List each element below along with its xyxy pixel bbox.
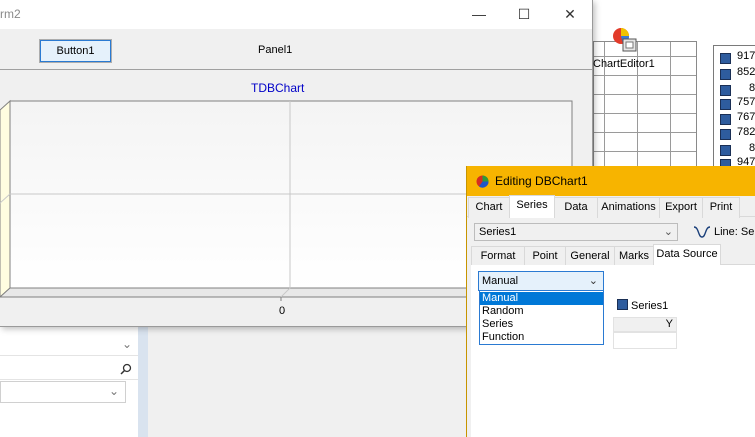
chart-app-icon	[476, 175, 489, 188]
series-color-icon	[617, 299, 628, 310]
editor-titlebar[interactable]: Editing DBChart1	[467, 166, 755, 196]
option-manual[interactable]: Manual	[480, 292, 603, 305]
tab-series[interactable]: Series	[509, 195, 555, 218]
tab-data-source[interactable]: Data Source	[653, 244, 721, 266]
inspector-filter-combo[interactable]: ⌄	[0, 381, 126, 403]
window-title: rm2	[0, 7, 21, 21]
list-item[interactable]: 852	[714, 65, 755, 80]
close-button[interactable]: ✕	[547, 0, 593, 29]
option-series[interactable]: Series	[480, 318, 603, 331]
series-color-icon	[720, 53, 731, 64]
list-item[interactable]: 8	[714, 141, 755, 156]
maximize-button[interactable]: ☐	[501, 0, 547, 29]
list-item[interactable]: 782	[714, 125, 755, 140]
data-source-select[interactable]: Manual ⌄	[478, 271, 604, 291]
tab-general[interactable]: General	[565, 246, 615, 267]
bottom-axis-tick-label: 0	[279, 305, 286, 317]
tab-format[interactable]: Format	[471, 246, 525, 267]
tab-point[interactable]: Point	[524, 246, 566, 267]
series-legend-label: Series1	[631, 300, 669, 312]
data-source-dropdown-list[interactable]: Manual Random Series Function	[479, 290, 604, 345]
search-icon[interactable]	[120, 363, 132, 375]
tab-animations[interactable]: Animations	[597, 197, 660, 218]
button1[interactable]: Button1	[39, 39, 112, 63]
series-color-icon	[720, 129, 731, 140]
grid-y-cell[interactable]	[613, 332, 677, 349]
form2-titlebar[interactable]: rm2 — ☐ ✕	[0, 0, 592, 29]
tab-chart[interactable]: Chart	[468, 197, 510, 218]
option-function[interactable]: Function	[480, 331, 603, 344]
list-item[interactable]: 8	[714, 81, 755, 96]
chart-title: TDBChart	[251, 81, 305, 95]
series-sub-tab-strip: Format Point General Marks Data Source	[471, 244, 755, 267]
series-select-value: Series1	[479, 226, 517, 238]
chevron-down-icon[interactable]: ⌄	[122, 337, 132, 351]
object-inspector-panel: ⌄ ⌄	[0, 327, 148, 437]
series-legend: Series1	[617, 299, 668, 312]
panel-divider	[0, 69, 592, 70]
list-item[interactable]: 757	[714, 95, 755, 110]
main-tab-strip: Chart Series Data Animations Export Prin…	[467, 195, 755, 218]
line-series-icon	[693, 226, 711, 238]
option-random[interactable]: Random	[480, 305, 603, 318]
series-type-label: Line: Se	[714, 226, 755, 238]
chevron-down-icon[interactable]: ⌄	[664, 225, 673, 238]
chevron-down-icon[interactable]: ⌄	[109, 384, 119, 398]
chart-editor-label: ChartEditor1	[593, 58, 655, 70]
panel1-caption: Panel1	[258, 44, 293, 56]
inspector-combo[interactable]: ⌄	[0, 335, 138, 356]
series-listbox-component[interactable]: 917 852 8 757 767 782 8 947	[713, 45, 755, 175]
series-select[interactable]: Series1 ⌄	[474, 223, 678, 241]
tab-print[interactable]: Print	[702, 197, 740, 218]
series-color-icon	[720, 69, 731, 80]
list-item[interactable]: 917	[714, 49, 755, 64]
chart-editor-component-icon[interactable]	[610, 27, 638, 53]
inspector-scrollbar[interactable]	[138, 327, 148, 437]
minimize-button[interactable]: —	[456, 0, 502, 29]
series-color-icon	[720, 114, 731, 125]
series-color-icon	[720, 99, 731, 110]
list-item[interactable]: 767	[714, 110, 755, 125]
tab-export[interactable]: Export	[659, 197, 703, 218]
tab-marks[interactable]: Marks	[614, 246, 654, 267]
inspector-search[interactable]	[0, 359, 138, 380]
chevron-down-icon[interactable]: ⌄	[589, 274, 598, 287]
chart-editor-dialog: Editing DBChart1 Chart Series Data Anima…	[466, 166, 755, 437]
grid-y-column-header[interactable]: Y	[613, 317, 677, 332]
editor-title: Editing DBChart1	[495, 174, 588, 188]
tab-data[interactable]: Data	[554, 197, 598, 218]
data-source-value: Manual	[482, 275, 519, 287]
